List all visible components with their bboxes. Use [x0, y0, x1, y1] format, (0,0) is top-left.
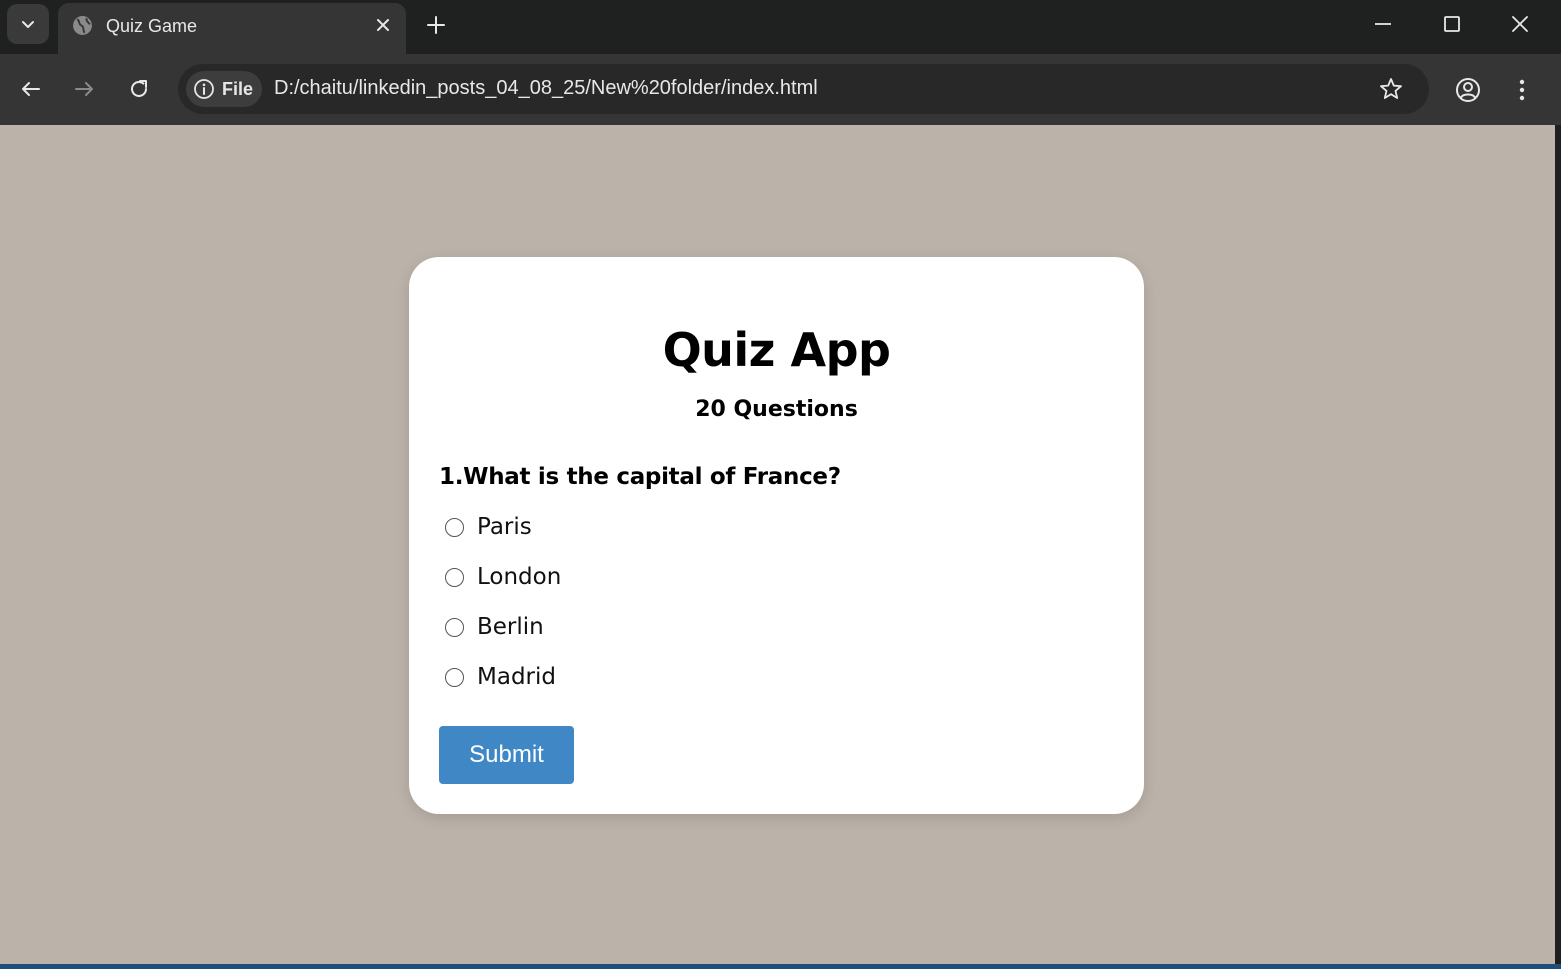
option-madrid[interactable]: Madrid	[445, 661, 556, 693]
globe-icon	[73, 16, 92, 35]
radio-button[interactable]	[445, 567, 464, 587]
maximize-icon[interactable]	[1440, 12, 1464, 36]
option-label: Madrid	[477, 664, 556, 690]
close-window-icon[interactable]	[1508, 12, 1532, 36]
submit-button[interactable]: Submit	[439, 726, 574, 784]
tab-quiz-game[interactable]: Quiz Game	[58, 3, 406, 54]
window-edge	[1555, 125, 1561, 969]
option-london[interactable]: London	[445, 561, 561, 593]
option-label: Paris	[477, 514, 532, 540]
new-tab-icon[interactable]	[423, 12, 449, 38]
chevron-down-icon	[22, 21, 34, 28]
reload-icon[interactable]	[126, 76, 152, 102]
site-info-chip[interactable]: File	[186, 71, 262, 107]
option-paris[interactable]: Paris	[445, 511, 532, 543]
profile-icon[interactable]	[1454, 76, 1482, 104]
address-bar[interactable]: File D:/chaitu/linkedin_posts_04_08_25/N…	[178, 64, 1429, 114]
question-text: 1.What is the capital of France?	[439, 464, 841, 490]
quiz-card: Quiz App 20 Questions 1.What is the capi…	[409, 257, 1144, 814]
more-menu-icon[interactable]	[1508, 76, 1536, 104]
radio-button[interactable]	[445, 617, 464, 637]
radio-button[interactable]	[445, 517, 464, 537]
quiz-title: Quiz App	[662, 323, 891, 377]
url-text[interactable]: D:/chaitu/linkedin_posts_04_08_25/New%20…	[274, 77, 818, 100]
back-arrow-icon[interactable]	[18, 76, 44, 102]
tab-strip: Quiz Game	[0, 0, 1561, 54]
taskbar-strip	[0, 964, 1561, 969]
close-tab-icon[interactable]	[372, 14, 394, 36]
tab-title: Quiz Game	[106, 16, 198, 36]
tab-search-button[interactable]	[7, 4, 49, 44]
question-count: 20 Questions	[695, 397, 858, 422]
browser-toolbar: File D:/chaitu/linkedin_posts_04_08_25/N…	[0, 54, 1561, 125]
radio-button[interactable]	[445, 667, 464, 687]
site-chip-label: File	[222, 79, 254, 99]
browser-window: Quiz Game File D:/chaitu/linkedin_posts_…	[0, 0, 1561, 969]
page-viewport: Quiz App 20 Questions 1.What is the capi…	[0, 125, 1555, 964]
forward-arrow-icon[interactable]	[71, 76, 97, 102]
bookmark-star-icon[interactable]	[1378, 76, 1404, 102]
info-icon	[194, 79, 214, 99]
option-berlin[interactable]: Berlin	[445, 611, 544, 643]
minimize-icon[interactable]	[1371, 12, 1395, 36]
option-label: Berlin	[477, 614, 544, 640]
option-label: London	[477, 564, 562, 590]
